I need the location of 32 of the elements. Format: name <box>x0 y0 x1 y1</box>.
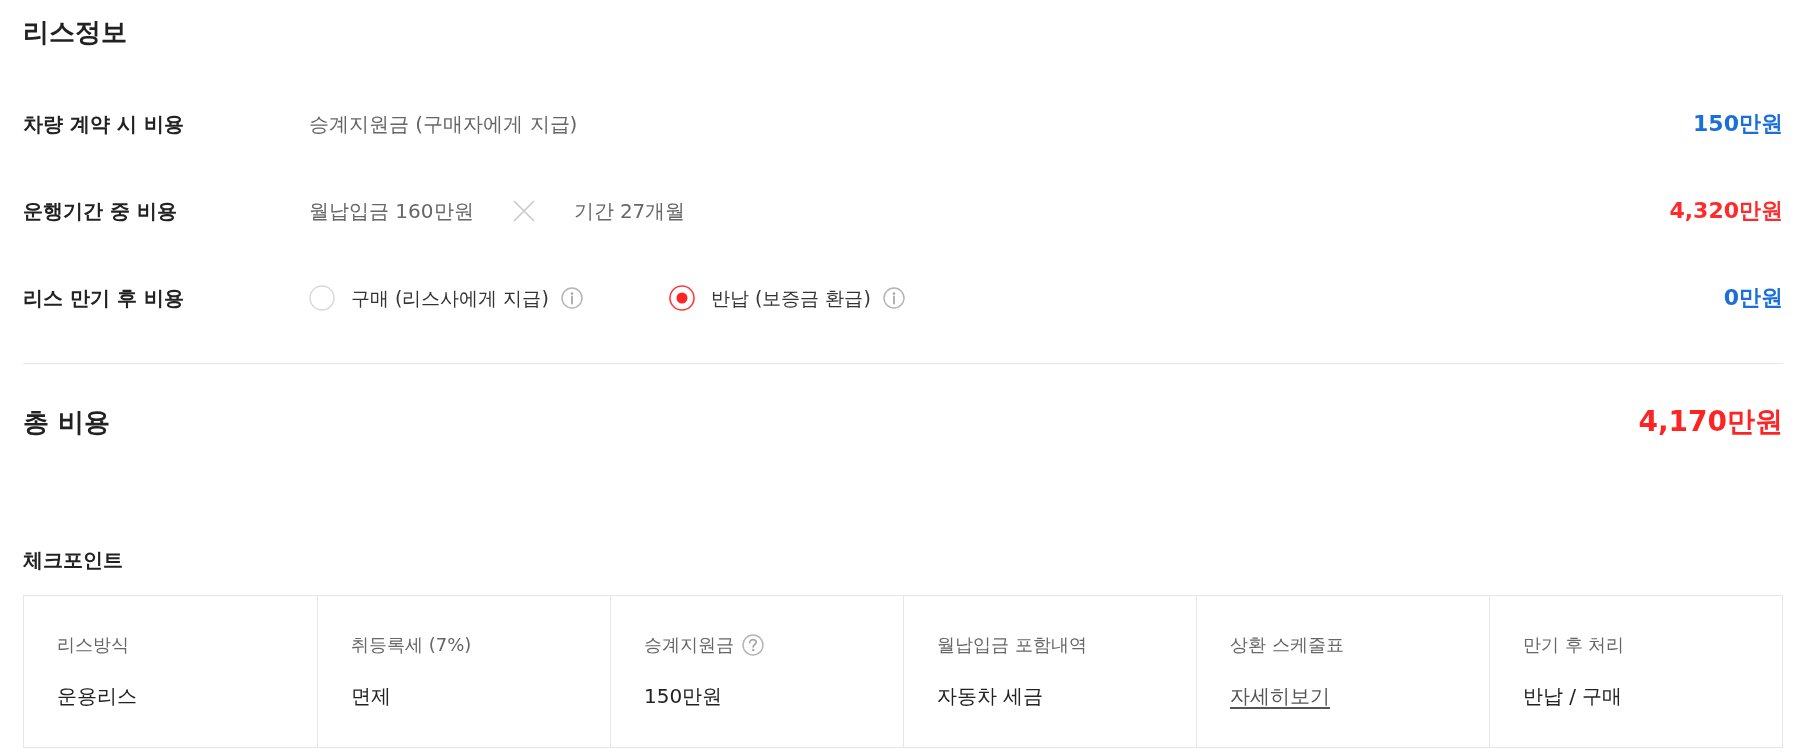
checkpoint-value: 150만원 <box>644 683 723 710</box>
checkpoint-value: 면제 <box>351 683 391 710</box>
details-link[interactable]: 자세히보기 <box>1230 682 1330 710</box>
checkpoint-label: 승계지원금 <box>644 633 734 657</box>
cost-amount: 4,320만원 <box>1669 196 1783 225</box>
lease-period: 기간 27개월 <box>573 197 686 225</box>
section-title: 리스정보 <box>23 16 128 49</box>
monthly-payment: 월납입금 160만원 <box>309 197 474 225</box>
checkpoint-label: 월납입금 포함내역 <box>937 633 1087 657</box>
cost-label: 차량 계약 시 비용 <box>23 110 185 138</box>
checkpoint-label: 취등록세 (7%) <box>351 633 472 657</box>
cost-label: 운행기간 중 비용 <box>23 197 178 225</box>
help-icon[interactable] <box>742 634 764 656</box>
cost-amount: 150만원 <box>1693 109 1783 138</box>
multiply-icon <box>511 198 536 223</box>
info-icon[interactable] <box>560 286 583 309</box>
option-label: 구매 (리스사에게 지급) <box>351 285 549 311</box>
checkpoint-value: 자동차 세금 <box>937 683 1044 710</box>
cost-label: 리스 만기 후 비용 <box>23 284 185 312</box>
option-label: 반납 (보증금 환급) <box>710 285 871 311</box>
cost-detail: 승계지원금 (구매자에게 지급) <box>309 110 578 138</box>
cost-amount: 0만원 <box>1723 283 1783 312</box>
checkpoint-label: 만기 후 처리 <box>1523 633 1625 657</box>
total-label: 총 비용 <box>23 405 111 439</box>
checkpoint-value: 운용리스 <box>57 683 137 710</box>
total-amount: 4,170만원 <box>1638 404 1783 440</box>
info-icon[interactable] <box>882 286 905 309</box>
radio-button[interactable] <box>668 284 695 311</box>
checkpoint-label: 상환 스케줄표 <box>1230 633 1344 657</box>
checkpoint-value: 반납 / 구매 <box>1523 683 1623 710</box>
checkpoint-title: 체크포인트 <box>23 547 124 574</box>
checkpoint-label: 리스방식 <box>57 633 129 657</box>
